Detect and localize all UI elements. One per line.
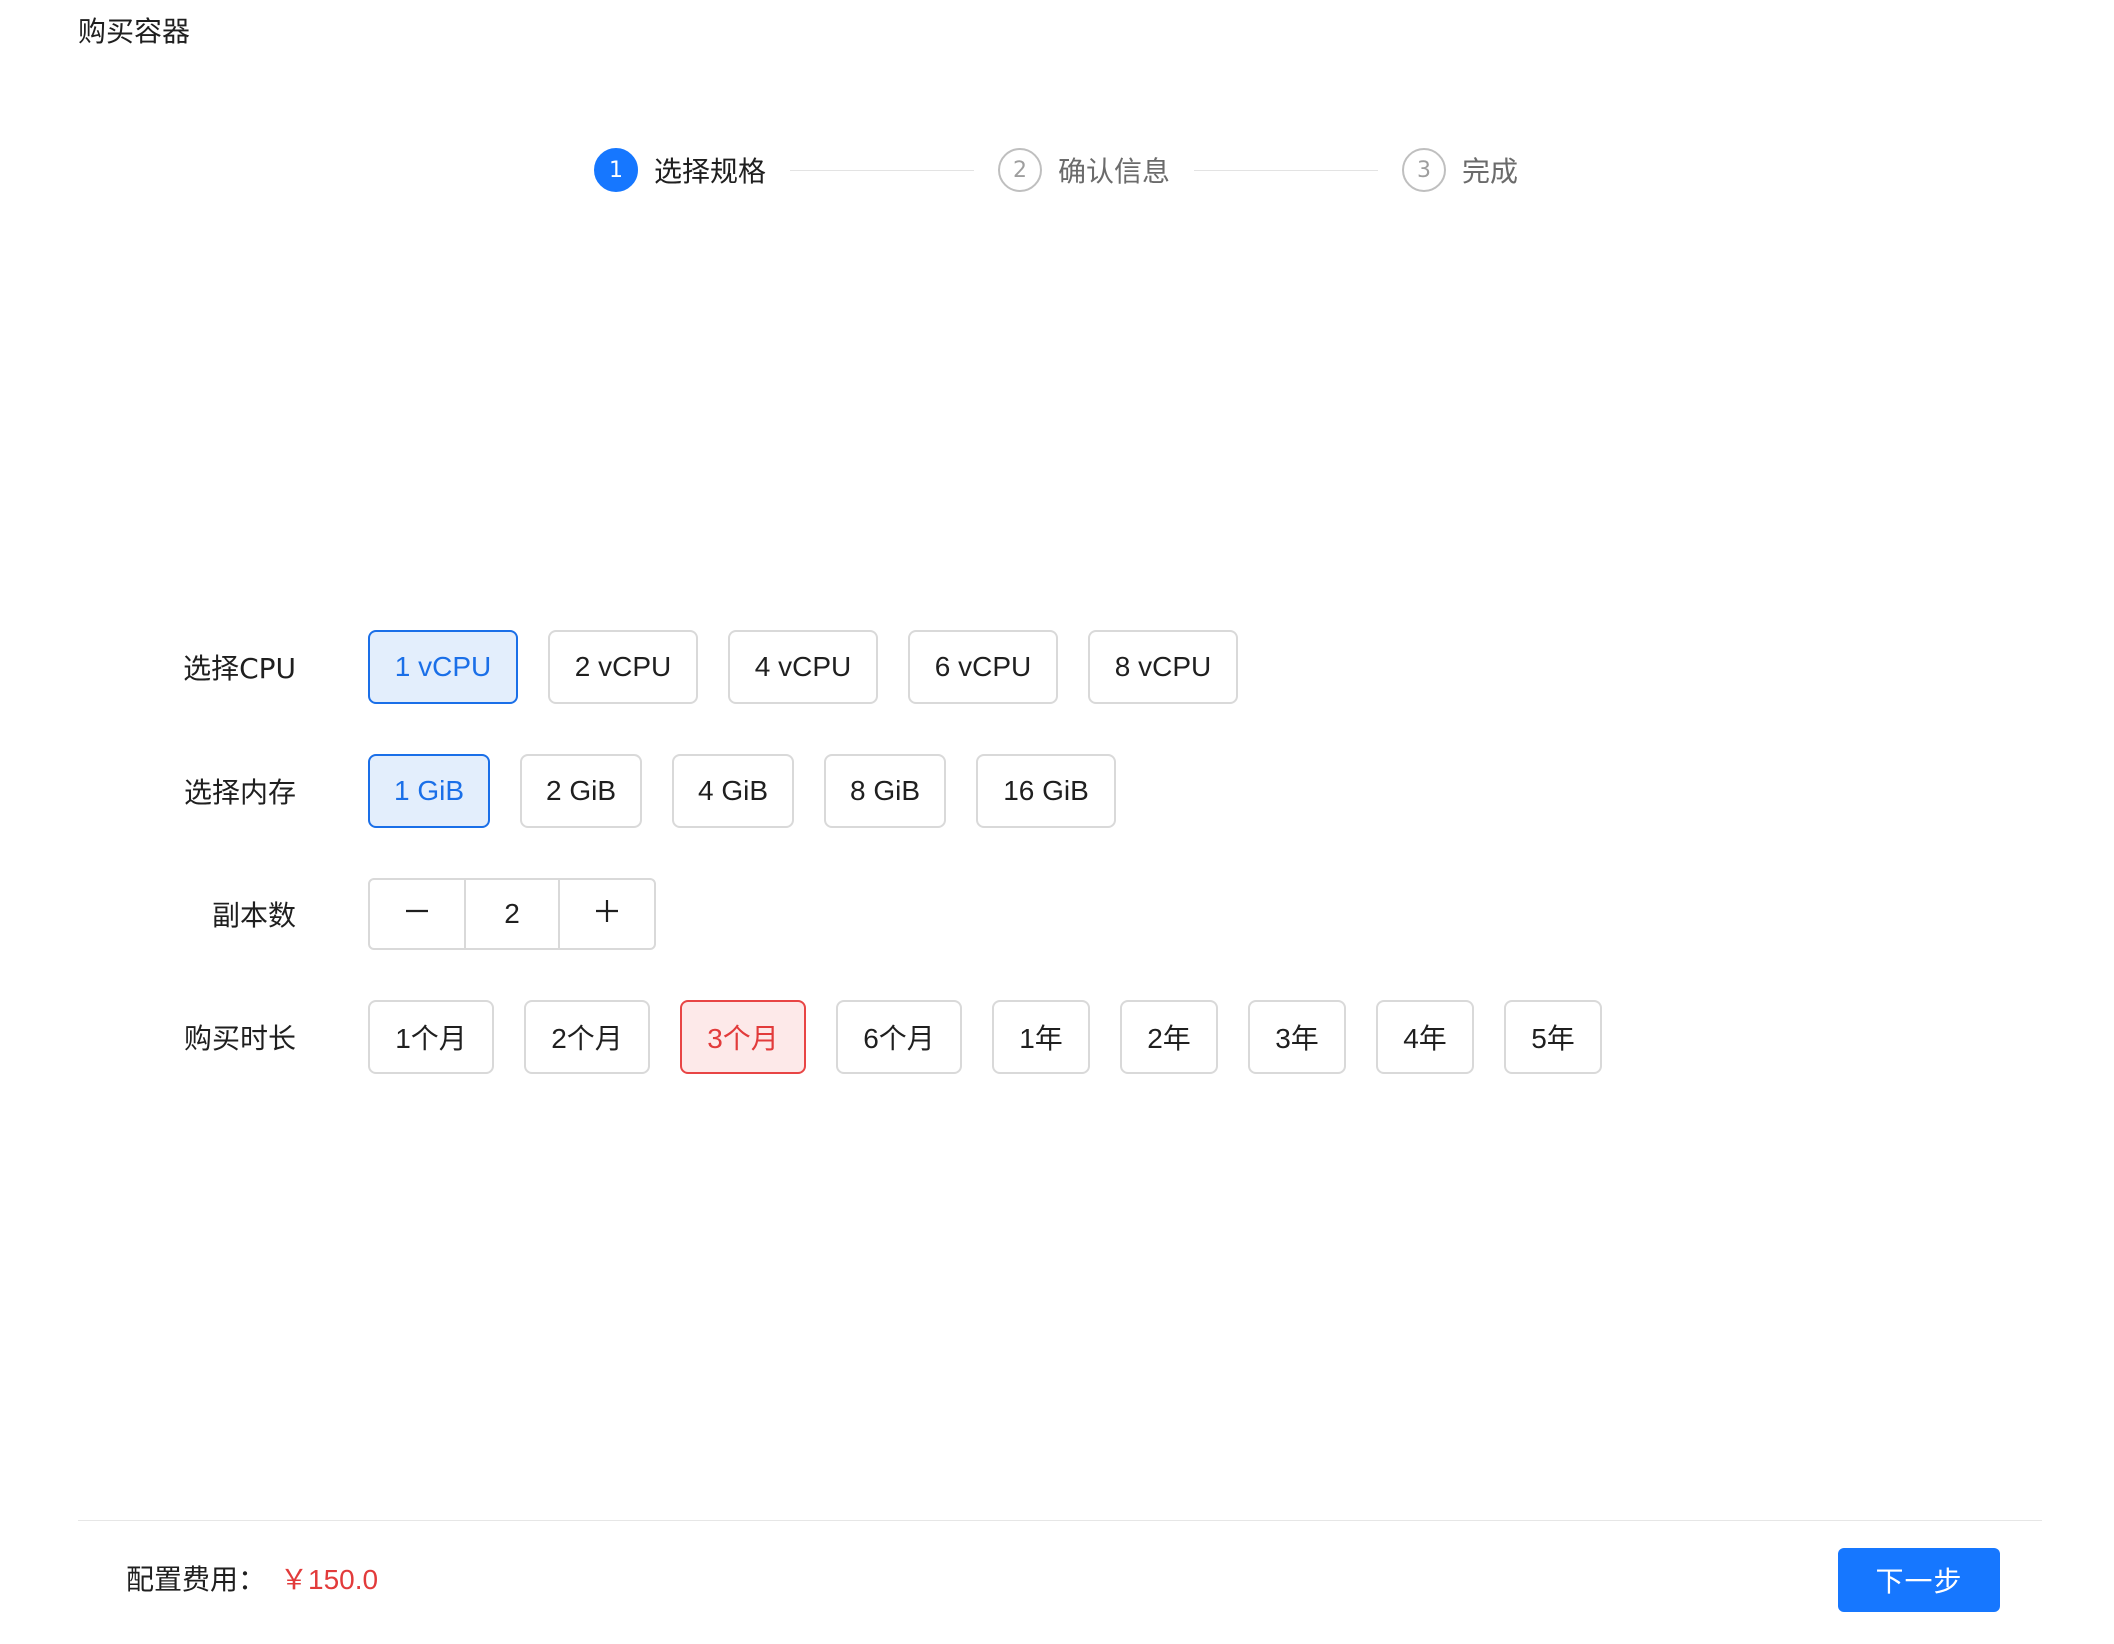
cpu-option-6[interactable]: 6 vCPU (908, 630, 1058, 704)
cpu-row: 选择CPU 1 vCPU 2 vCPU 4 vCPU 6 vCPU 8 vCPU (0, 630, 1268, 704)
memory-row: 选择内存 1 GiB 2 GiB 4 GiB 8 GiB 16 GiB (0, 754, 1146, 828)
step-connector (1194, 169, 1379, 171)
duration-option-1m[interactable]: 1个月 (368, 1000, 494, 1074)
config-fee: 配置费用： ￥150.0 (126, 1562, 378, 1598)
next-step-button[interactable]: 下一步 (1838, 1548, 2000, 1612)
step-label: 完成 (1462, 155, 1519, 188)
memory-option-16[interactable]: 16 GiB (976, 754, 1116, 828)
progress-steps: 1 选择规格 2 确认信息 3 完成 (594, 146, 1518, 194)
duration-options: 1个月 2个月 3个月 6个月 1年 2年 3年 4年 5年 (368, 1000, 1632, 1074)
plus-icon (593, 894, 621, 934)
cpu-option-8[interactable]: 8 vCPU (1088, 630, 1238, 704)
replicas-value[interactable]: 2 (464, 880, 560, 948)
duration-option-2m[interactable]: 2个月 (524, 1000, 650, 1074)
cpu-option-1[interactable]: 1 vCPU (368, 630, 518, 704)
step-label: 确认信息 (1058, 155, 1171, 188)
step-confirm-info: 2 确认信息 (998, 148, 1170, 192)
footer-divider (78, 1520, 2042, 1521)
decrement-button[interactable] (370, 880, 464, 948)
memory-option-2[interactable]: 2 GiB (520, 754, 642, 828)
step-number: 3 (1402, 148, 1447, 192)
memory-options: 1 GiB 2 GiB 4 GiB 8 GiB 16 GiB (368, 754, 1146, 828)
page-title: 购买容器 (78, 15, 191, 48)
memory-option-8[interactable]: 8 GiB (824, 754, 946, 828)
duration-option-3m[interactable]: 3个月 (680, 1000, 806, 1074)
memory-label: 选择内存 (183, 776, 296, 809)
cpu-option-2[interactable]: 2 vCPU (548, 630, 698, 704)
duration-row: 购买时长 1个月 2个月 3个月 6个月 1年 2年 3年 4年 5年 (0, 1000, 1632, 1074)
memory-option-4[interactable]: 4 GiB (672, 754, 794, 828)
cpu-label: 选择CPU (183, 652, 296, 685)
step-complete: 3 完成 (1402, 148, 1518, 192)
increment-button[interactable] (560, 880, 654, 948)
cpu-options: 1 vCPU 2 vCPU 4 vCPU 6 vCPU 8 vCPU (368, 630, 1268, 704)
step-select-spec: 1 选择规格 (594, 148, 766, 192)
replicas-label: 副本数 (211, 899, 296, 932)
duration-option-2y[interactable]: 2年 (1120, 1000, 1218, 1074)
step-number: 1 (594, 148, 638, 192)
duration-option-6m[interactable]: 6个月 (836, 1000, 962, 1074)
fee-value: ￥150.0 (280, 1564, 379, 1595)
replicas-row: 副本数 2 (0, 878, 656, 950)
duration-option-1y[interactable]: 1年 (992, 1000, 1090, 1074)
duration-option-3y[interactable]: 3年 (1248, 1000, 1346, 1074)
duration-option-4y[interactable]: 4年 (1376, 1000, 1474, 1074)
cpu-option-4[interactable]: 4 vCPU (728, 630, 878, 704)
fee-label: 配置费用： (126, 1563, 267, 1596)
minus-icon (403, 894, 431, 934)
step-label: 选择规格 (654, 155, 767, 188)
step-connector (790, 169, 975, 171)
step-number: 2 (998, 148, 1043, 192)
duration-label: 购买时长 (183, 1022, 296, 1055)
replicas-stepper: 2 (368, 878, 656, 950)
duration-option-5y[interactable]: 5年 (1504, 1000, 1602, 1074)
memory-option-1[interactable]: 1 GiB (368, 754, 490, 828)
